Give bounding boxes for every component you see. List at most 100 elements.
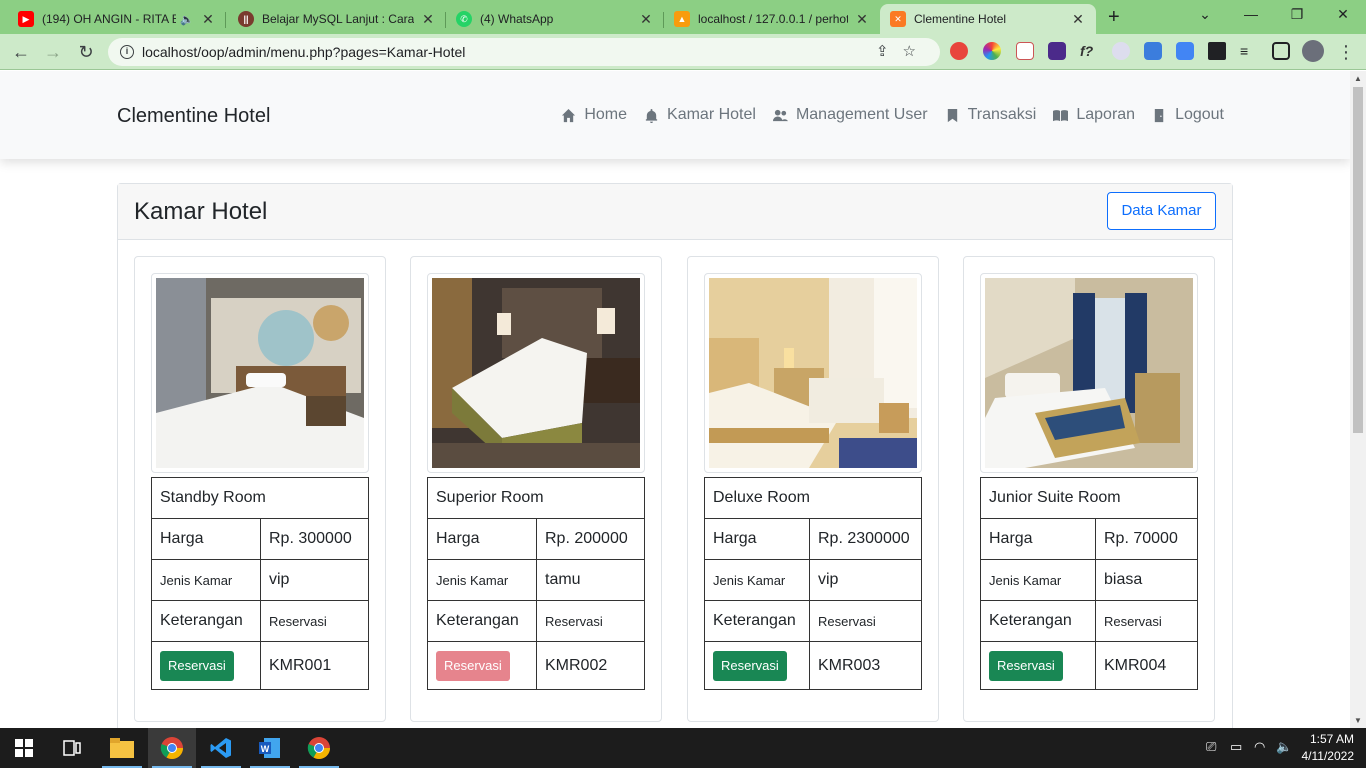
reservasi-button[interactable]: Reservasi: [436, 650, 510, 681]
page-viewport: Clementine Hotel Home Kamar Hotel Manage…: [0, 71, 1350, 728]
translate-extension-icon[interactable]: [1176, 42, 1194, 60]
harga-label: Harga: [980, 518, 1096, 560]
tab-title: localhost / 127.0.0.1 / perhot: [698, 12, 848, 26]
react-extension-icon[interactable]: [1112, 42, 1130, 60]
harga-label: Harga: [427, 518, 537, 560]
minimize-button[interactable]: —: [1236, 6, 1266, 22]
color-picker-extension-icon[interactable]: [983, 42, 1001, 60]
wifi-icon[interactable]: ◠: [1254, 739, 1265, 755]
nav-item-transaksi[interactable]: Transaksi: [945, 106, 1036, 124]
task-view-icon[interactable]: [48, 728, 96, 768]
reservasi-button[interactable]: Reservasi: [713, 650, 787, 681]
chrome-taskbar-icon[interactable]: [148, 728, 196, 768]
browser-tab-youtube[interactable]: ▶ (194) OH ANGIN - RITA E 🔈 ✕: [8, 4, 226, 34]
restore-button[interactable]: ❐: [1282, 6, 1312, 23]
chrome-alt-taskbar-icon[interactable]: [295, 728, 343, 768]
address-bar[interactable]: i localhost/oop/admin/menu.php?pages=Kam…: [108, 38, 940, 66]
scroll-down-icon[interactable]: ▼: [1354, 716, 1362, 725]
action-cell: Reservasi: [427, 641, 537, 690]
room-photo-frame: [980, 273, 1198, 473]
docs-extension-icon[interactable]: [1144, 42, 1162, 60]
page-extension-icon[interactable]: [1016, 42, 1034, 60]
page-scrollbar[interactable]: ▲ ▼: [1350, 71, 1366, 728]
side-panel-icon[interactable]: [1272, 42, 1290, 60]
nav-item-label: Home: [584, 106, 628, 123]
keterangan-value: Reservasi: [260, 600, 369, 642]
harga-value: Rp. 300000: [260, 518, 369, 560]
reservasi-button[interactable]: Reservasi: [160, 650, 234, 681]
keterangan-value: Reservasi: [536, 600, 645, 642]
svg-text:W: W: [261, 744, 270, 754]
data-kamar-button[interactable]: Data Kamar: [1107, 192, 1216, 230]
harga-value: Rp. 200000: [536, 518, 645, 560]
nav-item-management-user[interactable]: Management User: [772, 106, 928, 124]
nav-item-laporan[interactable]: Laporan: [1053, 106, 1135, 124]
profile-avatar[interactable]: [1302, 40, 1324, 62]
bookmark-star-icon[interactable]: ☆: [903, 43, 930, 60]
door-icon: [1154, 108, 1164, 122]
room-card: Standby Room Harga Rp. 300000 Jenis Kamar…: [134, 256, 386, 722]
new-tab-button[interactable]: +: [1108, 6, 1120, 29]
nav-item-logout[interactable]: Logout: [1152, 106, 1224, 124]
kode-kamar: KMR002: [536, 641, 645, 690]
file-explorer-icon[interactable]: [98, 728, 146, 768]
nav-item-label: Management User: [795, 106, 928, 123]
jenis-label: Jenis Kamar: [704, 559, 810, 601]
action-cell: Reservasi: [151, 641, 261, 690]
speaker-icon: 🔈: [180, 13, 194, 26]
share-icon[interactable]: ⇪: [876, 43, 903, 60]
reload-icon[interactable]: ↻: [74, 40, 98, 64]
nav-item-home[interactable]: Home: [561, 106, 627, 124]
reservasi-button[interactable]: Reservasi: [989, 650, 1063, 681]
browser-tab-clementine[interactable]: ✕ Clementine Hotel ✕: [880, 4, 1096, 34]
tab-search-icon[interactable]: ⌄: [1190, 6, 1220, 23]
nav-item-kamar-hotel[interactable]: Kamar Hotel: [644, 106, 756, 124]
graduation-extension-icon[interactable]: [1048, 42, 1066, 60]
room-name: Superior Room: [427, 477, 645, 519]
keterangan-label: Keterangan: [704, 600, 810, 642]
browser-toolbar: ← → ↻ i localhost/oop/admin/menu.php?pag…: [0, 34, 1366, 70]
browser-tab-whatsapp[interactable]: ✆ (4) WhatsApp ✕: [446, 4, 664, 34]
close-tab-icon[interactable]: ✕: [854, 11, 870, 28]
browser-tab-phpmyadmin[interactable]: ▲ localhost / 127.0.0.1 / perhot ✕: [664, 4, 880, 34]
brand-logo[interactable]: Clementine Hotel: [117, 105, 270, 128]
scrollbar-thumb[interactable]: [1353, 87, 1363, 433]
tab-title: (194) OH ANGIN - RITA E: [42, 12, 177, 26]
close-tab-icon[interactable]: ✕: [1070, 11, 1086, 28]
room-info-table: Standby Room Harga Rp. 300000 Jenis Kamar…: [151, 477, 369, 690]
reading-list-icon[interactable]: ≡: [1240, 42, 1258, 60]
xampp-icon: ✕: [890, 11, 906, 27]
keterangan-value: Reservasi: [809, 600, 922, 642]
jenis-label: Jenis Kamar: [427, 559, 537, 601]
formula-extension-icon[interactable]: f?: [1080, 42, 1098, 60]
close-window-button[interactable]: ✕: [1328, 6, 1358, 23]
back-icon[interactable]: ←: [9, 40, 33, 64]
battery-icon[interactable]: ▭: [1230, 739, 1242, 755]
browser-tab-mysql[interactable]: || Belajar MySQL Lanjut : Cara M ✕: [228, 4, 446, 34]
jenis-value: vip: [260, 559, 369, 601]
word-icon[interactable]: W: [246, 728, 294, 768]
chrome-menu-icon[interactable]: ⋮: [1334, 40, 1358, 64]
close-tab-icon[interactable]: ✕: [638, 11, 654, 28]
windows-start-icon[interactable]: [0, 728, 48, 768]
vscode-icon[interactable]: [197, 728, 245, 768]
volume-icon[interactable]: 🔈: [1276, 739, 1292, 755]
room-info-table: Superior Room Harga Rp. 200000 Jenis Kama…: [427, 477, 645, 690]
room-name: Standby Room: [151, 477, 369, 519]
device-icon[interactable]: ⎚: [1206, 739, 1216, 755]
kode-kamar: KMR003: [809, 641, 922, 690]
close-tab-icon[interactable]: ✕: [420, 11, 436, 28]
keterangan-label: Keterangan: [151, 600, 261, 642]
site-info-icon[interactable]: i: [120, 45, 134, 59]
system-clock[interactable]: 1:57 AM 4/11/2022: [1302, 731, 1355, 765]
scroll-up-icon[interactable]: ▲: [1354, 74, 1362, 83]
room-photo-frame: [704, 273, 922, 473]
forward-icon[interactable]: →: [41, 40, 65, 64]
extension-new-icon[interactable]: [950, 42, 968, 60]
extensions-puzzle-icon[interactable]: [1208, 42, 1226, 60]
close-tab-icon[interactable]: ✕: [200, 11, 216, 28]
room-name: Deluxe Room: [704, 477, 922, 519]
page-title: Kamar Hotel: [134, 198, 268, 225]
room-photo: [709, 278, 917, 468]
kamar-hotel-card: Kamar Hotel Data Kamar Standby Room Harg…: [117, 183, 1233, 728]
